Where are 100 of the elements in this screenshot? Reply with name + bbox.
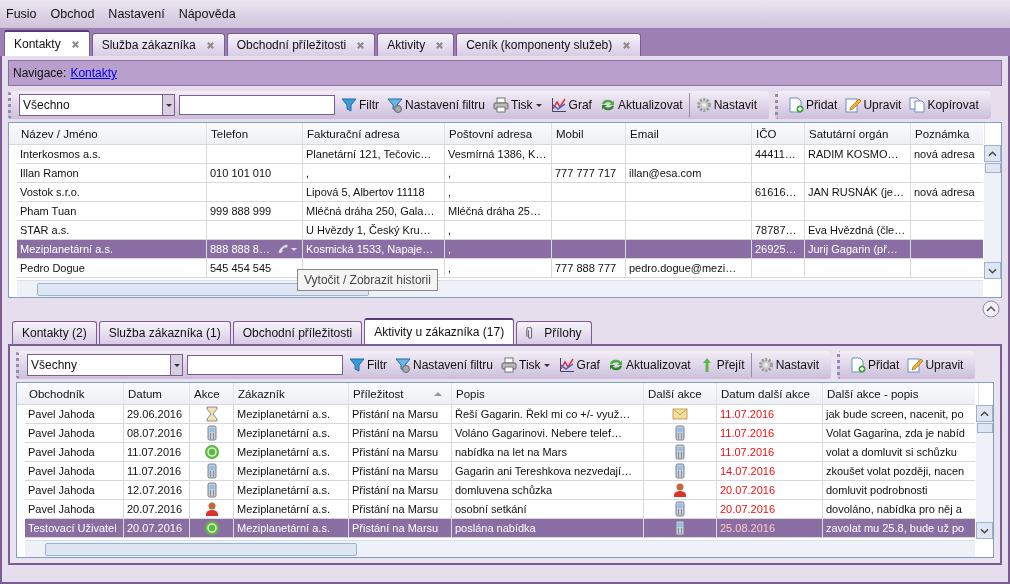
table-cell: Meziplanetární a.s. bbox=[237, 427, 330, 439]
column-header[interactable]: Další akce - popis bbox=[823, 383, 979, 404]
toolbar-button[interactable]: Nastavení filtru bbox=[385, 94, 488, 116]
tab[interactable]: Aktivity bbox=[377, 33, 455, 56]
table-cell: Interkosmos a.s. bbox=[20, 148, 101, 160]
column-header[interactable]: IČO bbox=[752, 123, 805, 144]
table-cell: Meziplanetární a.s. bbox=[20, 243, 113, 255]
column-header[interactable]: Název / Jméno bbox=[17, 123, 207, 144]
menu-item[interactable]: Nápověda bbox=[178, 7, 236, 21]
toolbar-button[interactable]: Kopírovat bbox=[907, 94, 981, 116]
tab[interactable]: Přílohy bbox=[516, 321, 592, 344]
column-header[interactable]: Další akce bbox=[644, 383, 717, 404]
scroll-down-icon[interactable] bbox=[980, 527, 989, 534]
column-header[interactable]: Příležitost bbox=[349, 383, 452, 404]
table-cell: 11.07.2016 bbox=[720, 408, 775, 420]
table-cell: 78787… bbox=[755, 224, 797, 236]
tab[interactable]: Aktivity u zákazníka (17) bbox=[364, 318, 515, 344]
navigation-link[interactable]: Kontakty bbox=[70, 66, 118, 80]
table-cell: illan@esa.com bbox=[629, 167, 702, 179]
vertical-scrollbar[interactable] bbox=[976, 405, 993, 539]
scrollbar-thumb[interactable] bbox=[976, 423, 993, 433]
toolbar-button[interactable]: Upravit bbox=[843, 94, 904, 116]
column-header[interactable]: Akce bbox=[190, 383, 234, 404]
table-row[interactable]: Interkosmos a.s. Planetární 121, Tečovic… Vesmírná 1386, K… 44411… RADIM KOSMO… nová adresa bbox=[17, 145, 983, 164]
table-cell: Meziplanetární a.s. bbox=[237, 446, 330, 458]
chart-icon bbox=[558, 357, 575, 373]
menu-item[interactable]: Obchod bbox=[50, 7, 95, 21]
vertical-scrollbar[interactable] bbox=[984, 145, 1001, 279]
close-icon[interactable] bbox=[205, 40, 215, 50]
column-header[interactable]: Zákazník bbox=[234, 383, 349, 404]
table-row[interactable]: Pavel Jahoda 29.06.2016 Meziplanetární a.s. Přistání na Marsu Řeší Gagarin. Řekl mi co +/- využ… 11.07.2016 jak bude screen, nacenit, po bbox=[25, 405, 975, 424]
table-cell: nová adresa bbox=[914, 148, 975, 160]
table-row[interactable]: Pavel Jahoda 11.07.2016 Meziplanetární a.s. Přistání na Marsu Gagarin ani Tereshkova nezvedají… 14.07.2016 zkoušet volat později, nacen bbox=[25, 462, 975, 481]
scrollbar-thumb[interactable] bbox=[984, 163, 1001, 173]
coin-icon bbox=[203, 444, 220, 460]
table-cell: volat a domluvit si schůzku bbox=[826, 446, 957, 458]
filter-dropdown[interactable]: Všechno bbox=[19, 94, 175, 116]
table-row[interactable]: Pavel Jahoda 12.07.2016 Meziplanetární a.s. Přistání na Marsu domluvena schůzka 20.07.2016 domluvit podrobnosti bbox=[25, 481, 975, 500]
toolbar-button[interactable]: Nastavit bbox=[755, 354, 822, 376]
close-icon[interactable] bbox=[356, 40, 366, 50]
horizontal-scrollbar[interactable] bbox=[25, 540, 975, 557]
toolbar-button[interactable]: Přejít bbox=[696, 354, 747, 376]
toolbar-button[interactable]: Nastavení filtru bbox=[393, 354, 496, 376]
column-header[interactable]: Telefon bbox=[207, 123, 303, 144]
column-header[interactable]: Mobil bbox=[552, 123, 626, 144]
close-icon[interactable] bbox=[622, 40, 632, 50]
table-cell: , bbox=[306, 167, 310, 179]
toolbar-button[interactable]: Graf bbox=[548, 94, 594, 116]
table-row[interactable]: Vostok s.r.o. Lipová 5, Albertov 11118 , 61616… JAN RUSNÁK (je… nová adresa bbox=[17, 183, 983, 202]
toolbar-button[interactable]: Tisk bbox=[499, 354, 553, 376]
tab[interactable]: Ceník (komponenty služeb) bbox=[456, 33, 642, 56]
toolbar-button[interactable]: Nastavit bbox=[693, 94, 759, 116]
table-row[interactable]: Testovací Uživatel 20.07.2016 Meziplanetární a.s. Přistání na Marsu poslána nabídka 25.08.2016 zavolat mu 25.8, bude už po bbox=[25, 519, 975, 538]
column-header[interactable]: Datum další akce bbox=[717, 383, 823, 404]
scrollbar-thumb[interactable] bbox=[45, 543, 357, 556]
column-header[interactable]: Datum bbox=[124, 383, 190, 404]
table-cell: Přistání na Marsu bbox=[352, 408, 439, 420]
column-header[interactable]: Email bbox=[626, 123, 752, 144]
table-cell: , bbox=[448, 167, 452, 179]
toolbar-button[interactable]: Aktualizovat bbox=[597, 94, 685, 116]
column-header[interactable]: Fakturační adresa bbox=[303, 123, 445, 144]
toolbar-button[interactable]: Tisk bbox=[491, 94, 545, 116]
table-row[interactable]: Meziplanetární a.s. 888 888 8… Kosmická 1533, Napaje… , 26925… Jurij Gagarin (př… bbox=[17, 240, 983, 259]
menu-item[interactable]: Fusio bbox=[6, 7, 37, 21]
table-row[interactable]: Pavel Jahoda 11.07.2016 Meziplanetární a.s. Přistání na Marsu nabídka na let na Mars 11.07.2016 volat a domluvit si schůzku bbox=[25, 443, 975, 462]
table-row[interactable]: Illan Ramon 010 101 010 , , 777 777 717 illan@esa.com bbox=[17, 164, 983, 183]
tab[interactable]: Kontakty (2) bbox=[12, 321, 97, 344]
column-header[interactable]: Satutární orgán bbox=[805, 123, 911, 144]
filter-dropdown[interactable]: Všechny bbox=[27, 354, 183, 376]
tab[interactable]: Služba zákazníka (1) bbox=[98, 321, 231, 344]
search-field[interactable] bbox=[179, 95, 335, 115]
column-header[interactable]: Poznámka bbox=[911, 123, 985, 144]
search-field[interactable] bbox=[187, 355, 343, 375]
close-icon[interactable] bbox=[435, 40, 445, 50]
column-header[interactable]: Popis bbox=[452, 383, 644, 404]
table-row[interactable]: Pham Tuan 999 888 999 Mléčná dráha 250, Gala… Mléčná dráha 25… bbox=[17, 202, 983, 221]
gear-icon bbox=[695, 97, 712, 113]
tab[interactable]: Obchodní příležitosti bbox=[226, 33, 376, 56]
column-header[interactable]: Obchodník bbox=[25, 383, 124, 404]
toolbar-button[interactable]: Filtr bbox=[347, 354, 389, 376]
collapse-icon[interactable] bbox=[982, 300, 1000, 318]
table-cell: Jurij Gagarin (př… bbox=[808, 243, 898, 255]
toolbar-button[interactable]: Graf bbox=[556, 354, 602, 376]
toolbar-button[interactable]: Přidat bbox=[848, 354, 902, 376]
toolbar-button[interactable]: Filtr bbox=[339, 94, 381, 116]
tab[interactable]: Kontakty bbox=[4, 30, 90, 56]
toolbar-button[interactable]: Přidat bbox=[786, 94, 840, 116]
scroll-up-icon[interactable] bbox=[980, 410, 989, 417]
column-header[interactable]: Poštovní adresa bbox=[445, 123, 552, 144]
toolbar-button[interactable]: Aktualizovat bbox=[605, 354, 693, 376]
tab[interactable]: Služba zákazníka bbox=[91, 33, 225, 56]
toolbar-button[interactable]: Upravit bbox=[905, 354, 966, 376]
scroll-down-icon[interactable] bbox=[988, 267, 997, 274]
menu-item[interactable]: Nastavení bbox=[108, 7, 165, 21]
table-cell: Meziplanetární a.s. bbox=[237, 522, 330, 534]
tab[interactable]: Obchodní příležitosti bbox=[232, 321, 363, 344]
table-row[interactable]: Pavel Jahoda 08.07.2016 Meziplanetární a.s. Přistání na Marsu Voláno Gagarinovi. Nebere telef… 11.07.2016 Volat Gagarina, zda je nabíd bbox=[25, 424, 975, 443]
close-icon[interactable] bbox=[70, 39, 80, 49]
scroll-up-icon[interactable] bbox=[988, 150, 997, 157]
table-cell: Mléčná dráha 25… bbox=[448, 205, 541, 217]
